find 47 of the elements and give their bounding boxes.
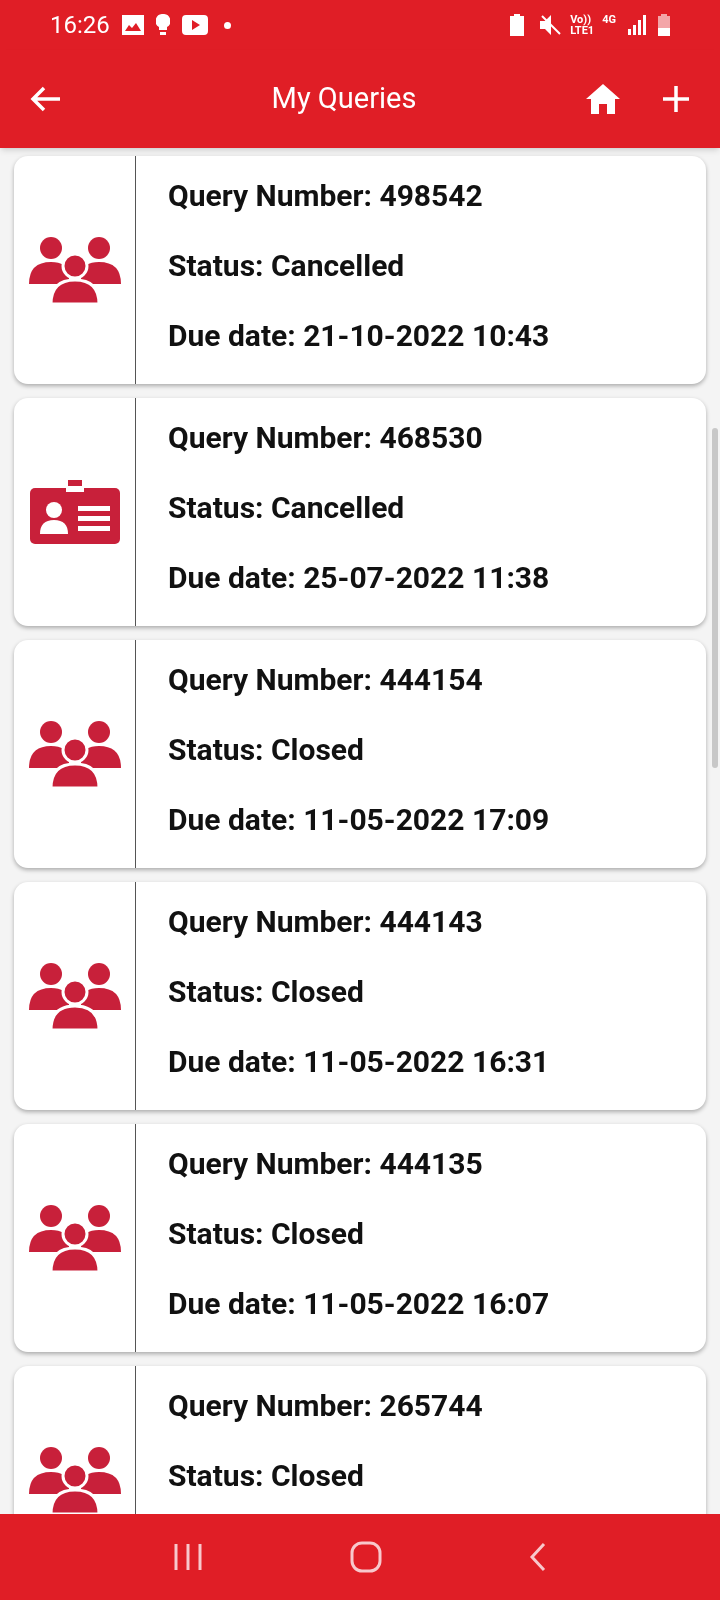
add-icon[interactable] [662, 85, 690, 113]
query-card[interactable]: Query Number: 265744 Status: Closed [14, 1366, 706, 1514]
query-number: Query Number: 444143 [168, 903, 484, 941]
play-icon [181, 15, 208, 35]
due-date: Due date: 11-05-2022 16:31 [168, 1043, 550, 1081]
query-card[interactable]: Query Number: 468530 Status: Cancelled Due date: 25-07-2022 11:38 [14, 398, 706, 626]
clock: 16:26 [50, 10, 110, 41]
query-status: Status: Closed [168, 1215, 365, 1253]
people-icon [28, 962, 121, 1030]
home-button-icon[interactable] [350, 1541, 382, 1573]
people-icon [28, 720, 121, 788]
battery-icon [658, 14, 670, 36]
people-icon [28, 236, 121, 304]
query-number: Query Number: 468530 [168, 419, 484, 457]
volte-label: Vo)) [570, 14, 593, 25]
recent-apps-icon[interactable] [173, 1543, 204, 1571]
battery-saver-icon [510, 14, 525, 36]
query-status: Status: Closed [168, 731, 365, 769]
page-title: My Queries [270, 80, 418, 118]
id-card-icon [29, 480, 120, 544]
query-number: Query Number: 265744 [168, 1387, 483, 1425]
query-status: Status: Cancelled [168, 489, 406, 527]
signal-icon [628, 15, 646, 35]
query-status: Status: Cancelled [168, 247, 406, 285]
due-date: Due date: 21-10-2022 10:43 [168, 317, 550, 355]
people-icon [28, 1204, 121, 1272]
lte-label: LTE1 [570, 25, 595, 36]
due-date: Due date: 11-05-2022 16:07 [168, 1285, 550, 1323]
query-number: Query Number: 444135 [168, 1145, 484, 1183]
query-card[interactable]: Query Number: 498542 Status: Cancelled Due date: 21-10-2022 10:43 [14, 156, 706, 384]
back-arrow-icon[interactable] [30, 85, 62, 113]
query-status: Status: Closed [168, 973, 365, 1011]
image-icon [121, 15, 144, 35]
home-icon[interactable] [586, 84, 620, 114]
query-number: Query Number: 444154 [168, 661, 484, 699]
query-number: Query Number: 498542 [168, 177, 484, 215]
query-card[interactable]: Query Number: 444154 Status: Closed Due date: 11-05-2022 17:09 [14, 640, 706, 868]
bulb-icon [155, 14, 170, 36]
query-card[interactable]: Query Number: 444135 Status: Closed Due date: 11-05-2022 16:07 [14, 1124, 706, 1352]
query-status: Status: Closed [168, 1457, 365, 1495]
network-label: 4G [602, 12, 616, 28]
mute-icon [540, 14, 563, 36]
people-icon [28, 1446, 121, 1514]
due-date: Due date: 25-07-2022 11:38 [168, 559, 550, 597]
due-date: Due date: 11-05-2022 17:09 [168, 801, 550, 839]
query-card[interactable]: Query Number: 444143 Status: Closed Due date: 11-05-2022 16:31 [14, 882, 706, 1110]
back-icon[interactable] [528, 1542, 547, 1572]
